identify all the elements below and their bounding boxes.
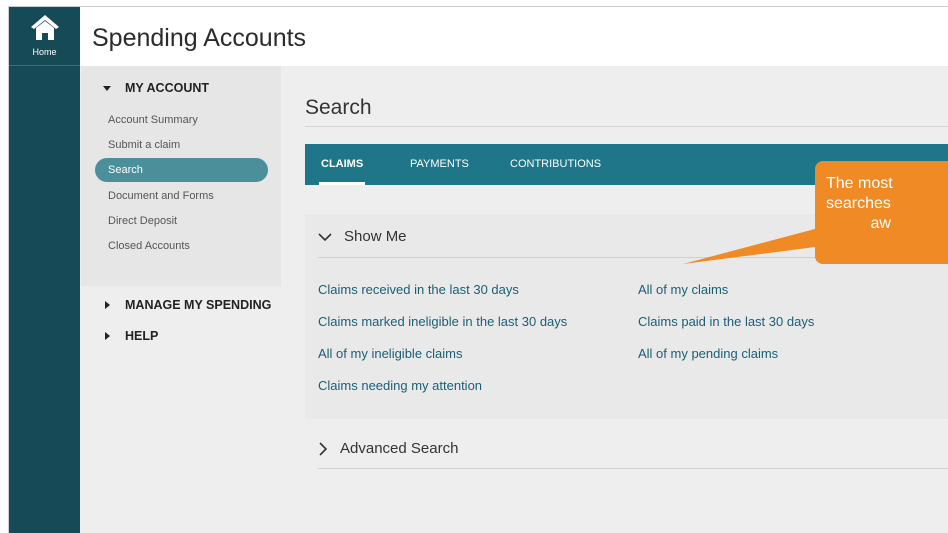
title-divider	[305, 126, 948, 127]
show-me-toggle[interactable]: Show Me	[318, 228, 407, 245]
chevron-down-icon	[318, 232, 332, 241]
link-claims-paid-30[interactable]: Claims paid in the last 30 days	[638, 314, 814, 329]
section-manage-spending-label: MANAGE MY SPENDING	[125, 298, 272, 312]
callout-text: The most searches aw	[826, 175, 893, 232]
section-manage-spending[interactable]: MANAGE MY SPENDING	[102, 298, 271, 312]
tab-payments[interactable]: PAYMENTS	[410, 144, 469, 185]
chevron-right-icon	[319, 441, 328, 456]
link-claims-attention[interactable]: Claims needing my attention	[318, 378, 482, 393]
link-all-pending[interactable]: All of my pending claims	[638, 346, 778, 361]
app-title: Spending Accounts	[92, 24, 307, 52]
page-title: Search	[305, 96, 372, 119]
section-my-account-label: MY ACCOUNT	[125, 81, 210, 95]
app-header: Spending Accounts	[80, 7, 948, 66]
sidebar-item-direct-deposit[interactable]: Direct Deposit	[95, 209, 268, 233]
link-all-claims[interactable]: All of my claims	[638, 282, 728, 297]
left-rail: Home	[9, 7, 80, 533]
chevron-right-icon	[105, 301, 110, 309]
section-help[interactable]: HELP	[102, 329, 158, 343]
link-claims-ineligible-30[interactable]: Claims marked ineligible in the last 30 …	[318, 314, 567, 329]
advanced-search-label: Advanced Search	[340, 440, 459, 457]
sidebar-item-documents[interactable]: Document and Forms	[95, 184, 268, 208]
show-me-label: Show Me	[344, 228, 407, 245]
home-button[interactable]: Home	[9, 7, 80, 66]
sidebar-item-closed-accounts[interactable]: Closed Accounts	[95, 234, 268, 258]
home-label: Home	[32, 47, 57, 57]
tab-claims[interactable]: CLAIMS	[318, 144, 366, 185]
link-all-ineligible[interactable]: All of my ineligible claims	[318, 346, 463, 361]
chevron-right-icon	[105, 332, 110, 340]
annotation-callout: The most searches aw	[815, 161, 948, 264]
link-claims-received-30[interactable]: Claims received in the last 30 days	[318, 282, 519, 297]
chevron-down-icon	[103, 86, 111, 91]
section-my-account[interactable]: MY ACCOUNT	[102, 81, 209, 95]
home-icon	[30, 15, 59, 40]
sidebar-item-submit-claim[interactable]: Submit a claim	[95, 133, 268, 157]
sidebar-item-search[interactable]: Search	[95, 158, 268, 182]
tab-contributions[interactable]: CONTRIBUTIONS	[510, 144, 601, 185]
advanced-divider	[318, 468, 948, 469]
section-help-label: HELP	[125, 329, 159, 343]
advanced-search-toggle[interactable]: Advanced Search	[318, 440, 458, 457]
sidebar-item-account-summary[interactable]: Account Summary	[95, 108, 268, 132]
